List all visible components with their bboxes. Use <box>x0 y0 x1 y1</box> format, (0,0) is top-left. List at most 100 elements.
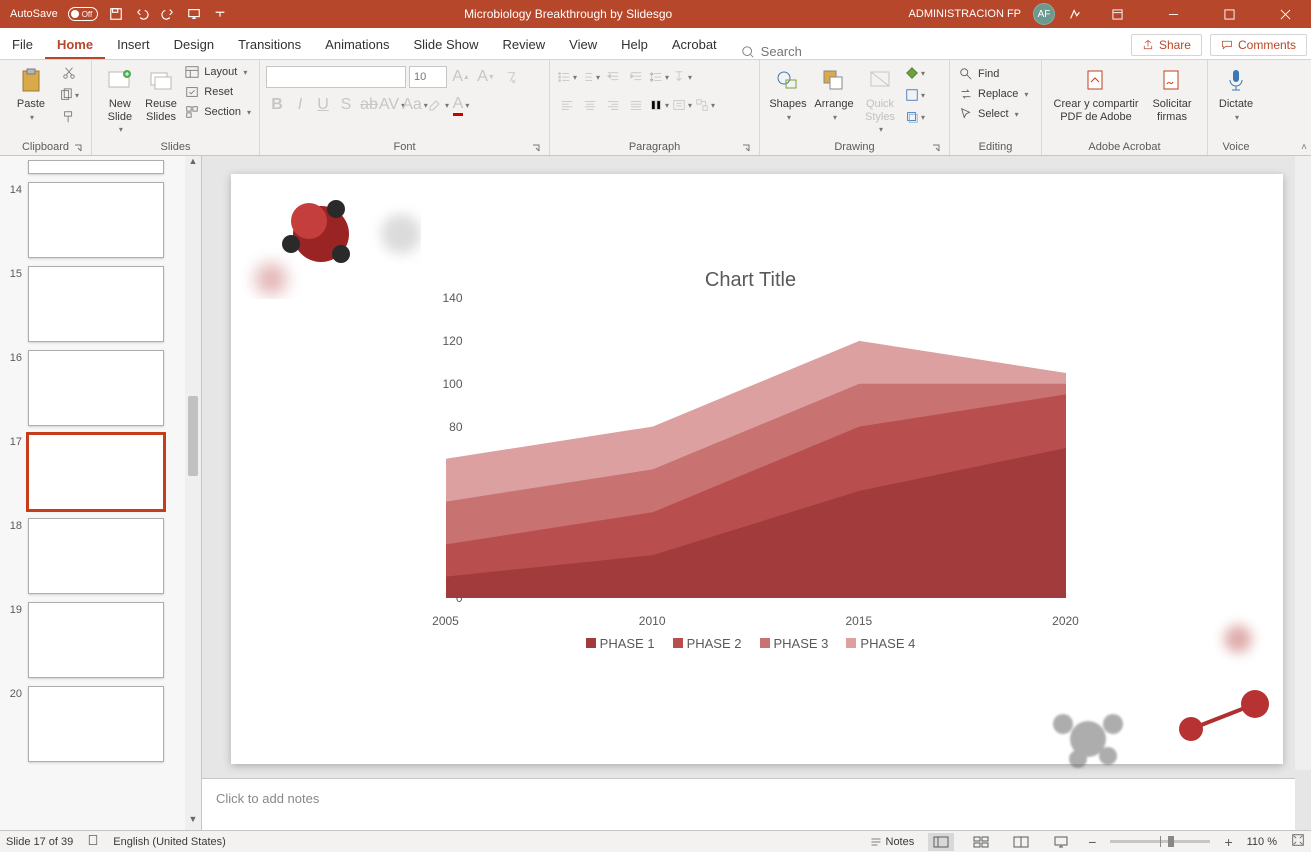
maximize-button[interactable] <box>1207 0 1251 28</box>
line-spacing-icon[interactable]: ▾ <box>648 66 670 88</box>
create-share-pdf-button[interactable]: Crear y compartir PDF de Adobe <box>1048 62 1144 123</box>
italic-icon[interactable]: I <box>289 94 311 116</box>
decrease-font-icon[interactable]: A▼ <box>475 66 497 88</box>
drawing-dialog-icon[interactable] <box>931 143 941 153</box>
new-slide-button[interactable]: New Slide▾ <box>98 62 142 134</box>
close-button[interactable] <box>1263 0 1307 28</box>
cut-icon[interactable] <box>58 62 80 84</box>
notes-toggle[interactable]: Notes <box>870 836 915 848</box>
font-size-input[interactable]: 10 <box>409 66 447 88</box>
request-signatures-button[interactable]: Solicitar firmas <box>1144 62 1200 123</box>
thumbnail-15[interactable]: 15 <box>0 262 201 346</box>
format-painter-icon[interactable] <box>58 106 80 128</box>
align-right-icon[interactable] <box>602 94 624 116</box>
minimize-button[interactable] <box>1151 0 1195 28</box>
shapes-button[interactable]: Shapes▾ <box>766 62 810 122</box>
font-dialog-icon[interactable] <box>531 143 541 153</box>
chart[interactable]: Chart Title 0204060801001201402005201020… <box>421 269 1081 669</box>
reading-view-icon[interactable] <box>1008 833 1034 851</box>
highlight-icon[interactable]: ▾ <box>427 94 449 116</box>
tab-transitions[interactable]: Transitions <box>226 31 313 59</box>
thumbnails-scrollbar[interactable]: ▲ ▼ <box>185 156 201 830</box>
tab-file[interactable]: File <box>0 31 45 59</box>
align-center-icon[interactable] <box>579 94 601 116</box>
collapse-ribbon-icon[interactable]: ˄ <box>1301 142 1307 153</box>
tell-me-search[interactable]: Search <box>729 44 814 59</box>
scroll-down-icon[interactable]: ▼ <box>189 814 198 830</box>
notes-pane[interactable]: Click to add notes <box>202 778 1295 830</box>
shape-effects-icon[interactable]: ▾ <box>904 106 926 128</box>
scrollbar-handle[interactable] <box>188 396 198 476</box>
slide-position[interactable]: Slide 17 of 39 <box>6 836 73 848</box>
slideshow-view-icon[interactable] <box>1048 833 1074 851</box>
tab-view[interactable]: View <box>557 31 609 59</box>
dictate-button[interactable]: Dictate▾ <box>1214 62 1258 122</box>
select-button[interactable]: Select▾ <box>956 104 1030 124</box>
coming-soon-icon[interactable] <box>1067 6 1083 22</box>
normal-view-icon[interactable] <box>928 833 954 851</box>
thumbnail-19[interactable]: 19 <box>0 598 201 682</box>
tab-home[interactable]: Home <box>45 31 105 59</box>
reuse-slides-button[interactable]: Reuse Slides <box>142 62 181 123</box>
font-family-input[interactable] <box>266 66 406 88</box>
tab-acrobat[interactable]: Acrobat <box>660 31 729 59</box>
clipboard-dialog-icon[interactable] <box>73 143 83 153</box>
align-text-icon[interactable]: ▾ <box>671 94 693 116</box>
columns-icon[interactable]: ▾ <box>648 94 670 116</box>
zoom-out-icon[interactable]: − <box>1088 834 1096 850</box>
tab-review[interactable]: Review <box>491 31 558 59</box>
slide-sorter-view-icon[interactable] <box>968 833 994 851</box>
scroll-up-icon[interactable]: ▲ <box>189 156 198 172</box>
bold-icon[interactable]: B <box>266 94 288 116</box>
text-direction-icon[interactable]: ▾ <box>671 66 693 88</box>
tab-design[interactable]: Design <box>162 31 226 59</box>
align-left-icon[interactable] <box>556 94 578 116</box>
zoom-value[interactable]: 110 % <box>1247 836 1277 848</box>
numbering-icon[interactable]: ▾ <box>579 66 601 88</box>
change-case-icon[interactable]: Aa▾ <box>404 94 426 116</box>
shadow-icon[interactable]: S <box>335 94 357 116</box>
stage-scrollbar[interactable] <box>1295 156 1311 770</box>
redo-icon[interactable] <box>160 6 176 22</box>
account-name[interactable]: ADMINISTRACION FP <box>909 8 1021 20</box>
section-button[interactable]: Section▾ <box>182 102 253 122</box>
slide-canvas[interactable]: Chart Title 0204060801001201402005201020… <box>231 174 1283 764</box>
share-button[interactable]: Share <box>1131 34 1202 56</box>
ribbon-display-options-icon[interactable] <box>1095 0 1139 28</box>
language-status[interactable]: English (United States) <box>113 836 226 848</box>
paragraph-dialog-icon[interactable] <box>741 143 751 153</box>
autosave-toggle[interactable]: Off <box>68 7 98 21</box>
thumbnail-13-partial[interactable] <box>0 156 201 178</box>
thumbnail-20[interactable]: 20 <box>0 682 201 766</box>
bullets-icon[interactable]: ▾ <box>556 66 578 88</box>
strikethrough-icon[interactable]: ab <box>358 94 380 116</box>
copy-icon[interactable]: ▾ <box>58 84 80 106</box>
shape-outline-icon[interactable]: ▾ <box>904 84 926 106</box>
arrange-button[interactable]: Arrange▾ <box>810 62 858 122</box>
comments-button[interactable]: Comments <box>1210 34 1307 56</box>
account-avatar[interactable]: AF <box>1033 3 1055 25</box>
font-color-icon[interactable]: A▾ <box>450 94 472 116</box>
save-icon[interactable] <box>108 6 124 22</box>
layout-button[interactable]: Layout▾ <box>182 62 253 82</box>
underline-icon[interactable]: U <box>312 94 334 116</box>
tab-animations[interactable]: Animations <box>313 31 401 59</box>
shape-fill-icon[interactable]: ▾ <box>904 62 926 84</box>
zoom-slider[interactable] <box>1110 840 1210 843</box>
smartart-icon[interactable]: ▾ <box>694 94 716 116</box>
increase-font-icon[interactable]: A▲ <box>450 66 472 88</box>
reset-button[interactable]: Reset <box>182 82 253 102</box>
quick-styles-button[interactable]: Quick Styles▾ <box>858 62 902 134</box>
paste-button[interactable]: Paste▾ <box>6 62 56 122</box>
tab-slideshow[interactable]: Slide Show <box>401 31 490 59</box>
thumbnail-18[interactable]: 18 <box>0 514 201 598</box>
clear-formatting-icon[interactable] <box>500 66 522 88</box>
character-spacing-icon[interactable]: AV▾ <box>381 94 403 116</box>
tab-insert[interactable]: Insert <box>105 31 162 59</box>
customize-qat-icon[interactable] <box>212 6 228 22</box>
start-from-beginning-icon[interactable] <box>186 6 202 22</box>
thumbnail-14[interactable]: 14 <box>0 178 201 262</box>
justify-icon[interactable] <box>625 94 647 116</box>
replace-button[interactable]: Replace▾ <box>956 84 1030 104</box>
decrease-indent-icon[interactable] <box>602 66 624 88</box>
